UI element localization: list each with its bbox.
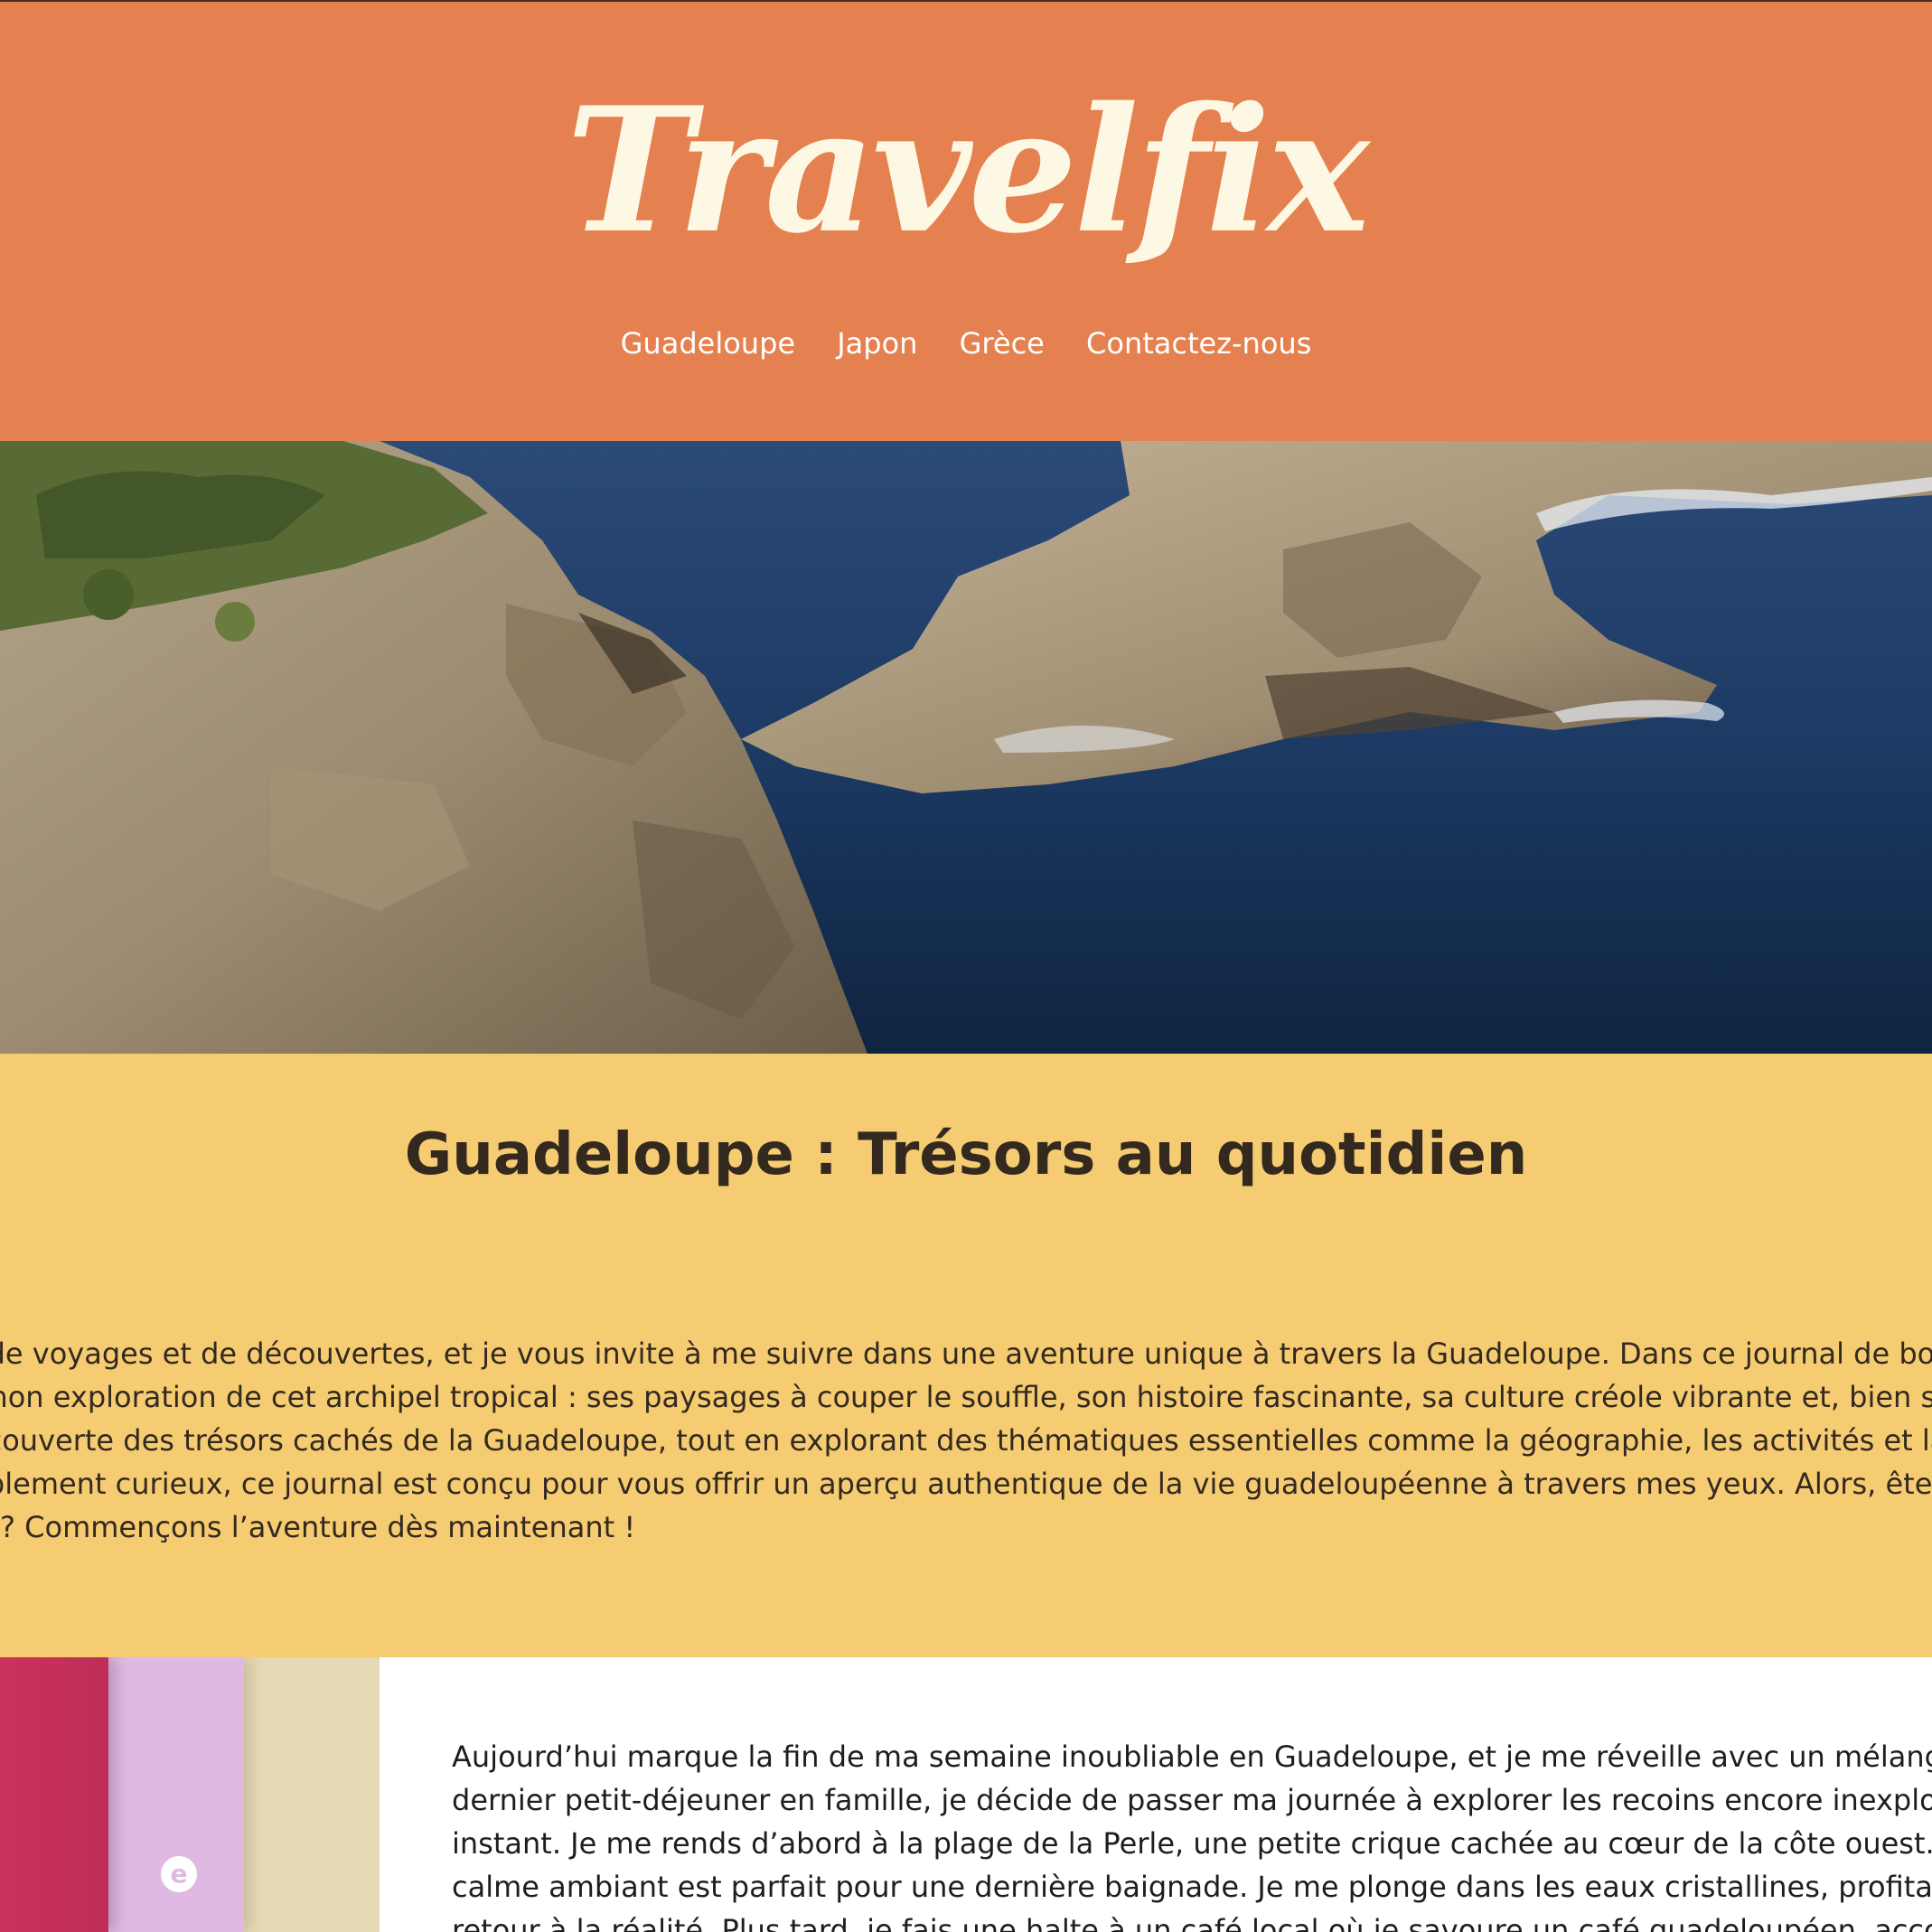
intro-line: de voyages et de découvertes, et je vous… [0, 1336, 1932, 1371]
site-logo[interactable]: Travelfix [0, 85, 1932, 257]
nav-link-guadeloupe[interactable]: Guadeloupe [621, 326, 795, 361]
intro-line: mon exploration de cet archipel tropical… [0, 1380, 1932, 1414]
journal-tab-lilac[interactable]: e [108, 1657, 244, 1932]
main-nav: Guadeloupe Japon Grèce Contactez-nous [0, 325, 1932, 361]
journal-section: e Aujourd’hui marque la fin de ma semain… [0, 1657, 1932, 1932]
journal-line: instant. Je me rends d’abord à la plage … [452, 1826, 1932, 1861]
journal-line: retour à la réalité. Plus tard, je fais … [452, 1913, 1932, 1932]
intro-line: couverte des trésors cachés de la Guadel… [0, 1423, 1932, 1458]
journal-tab-beige[interactable] [244, 1657, 380, 1932]
nav-link-contact[interactable]: Contactez-nous [1086, 326, 1311, 361]
hero-image [0, 441, 1932, 1054]
journal-line: dernier petit-déjeuner en famille, je dé… [452, 1783, 1932, 1817]
tab-icon: e [161, 1856, 197, 1892]
page-title: Guadeloupe : Trésors au quotidien [404, 1121, 1528, 1188]
intro-section: Guadeloupe : Trésors au quotidien de voy… [0, 1054, 1932, 1657]
nav-link-grece[interactable]: Grèce [960, 326, 1045, 361]
intro-line: ? Commençons l’aventure dès maintenant ! [0, 1510, 636, 1544]
intro-paragraph: de voyages et de découvertes, et je vous… [0, 1332, 1932, 1549]
journal-line: calme ambiant est parfait pour une derni… [452, 1870, 1932, 1904]
journal-line: Aujourd’hui marque la fin de ma semaine … [452, 1740, 1932, 1774]
nav-link-japon[interactable]: Japon [837, 326, 917, 361]
intro-line: plement curieux, ce journal est conçu po… [0, 1467, 1932, 1501]
site-header: Travelfix Guadeloupe Japon Grèce Contact… [0, 0, 1932, 441]
journal-entry: Aujourd’hui marque la fin de ma semaine … [452, 1735, 1932, 1932]
coastal-cliff-image [0, 441, 1932, 1054]
journal-tab-red[interactable] [0, 1657, 108, 1932]
